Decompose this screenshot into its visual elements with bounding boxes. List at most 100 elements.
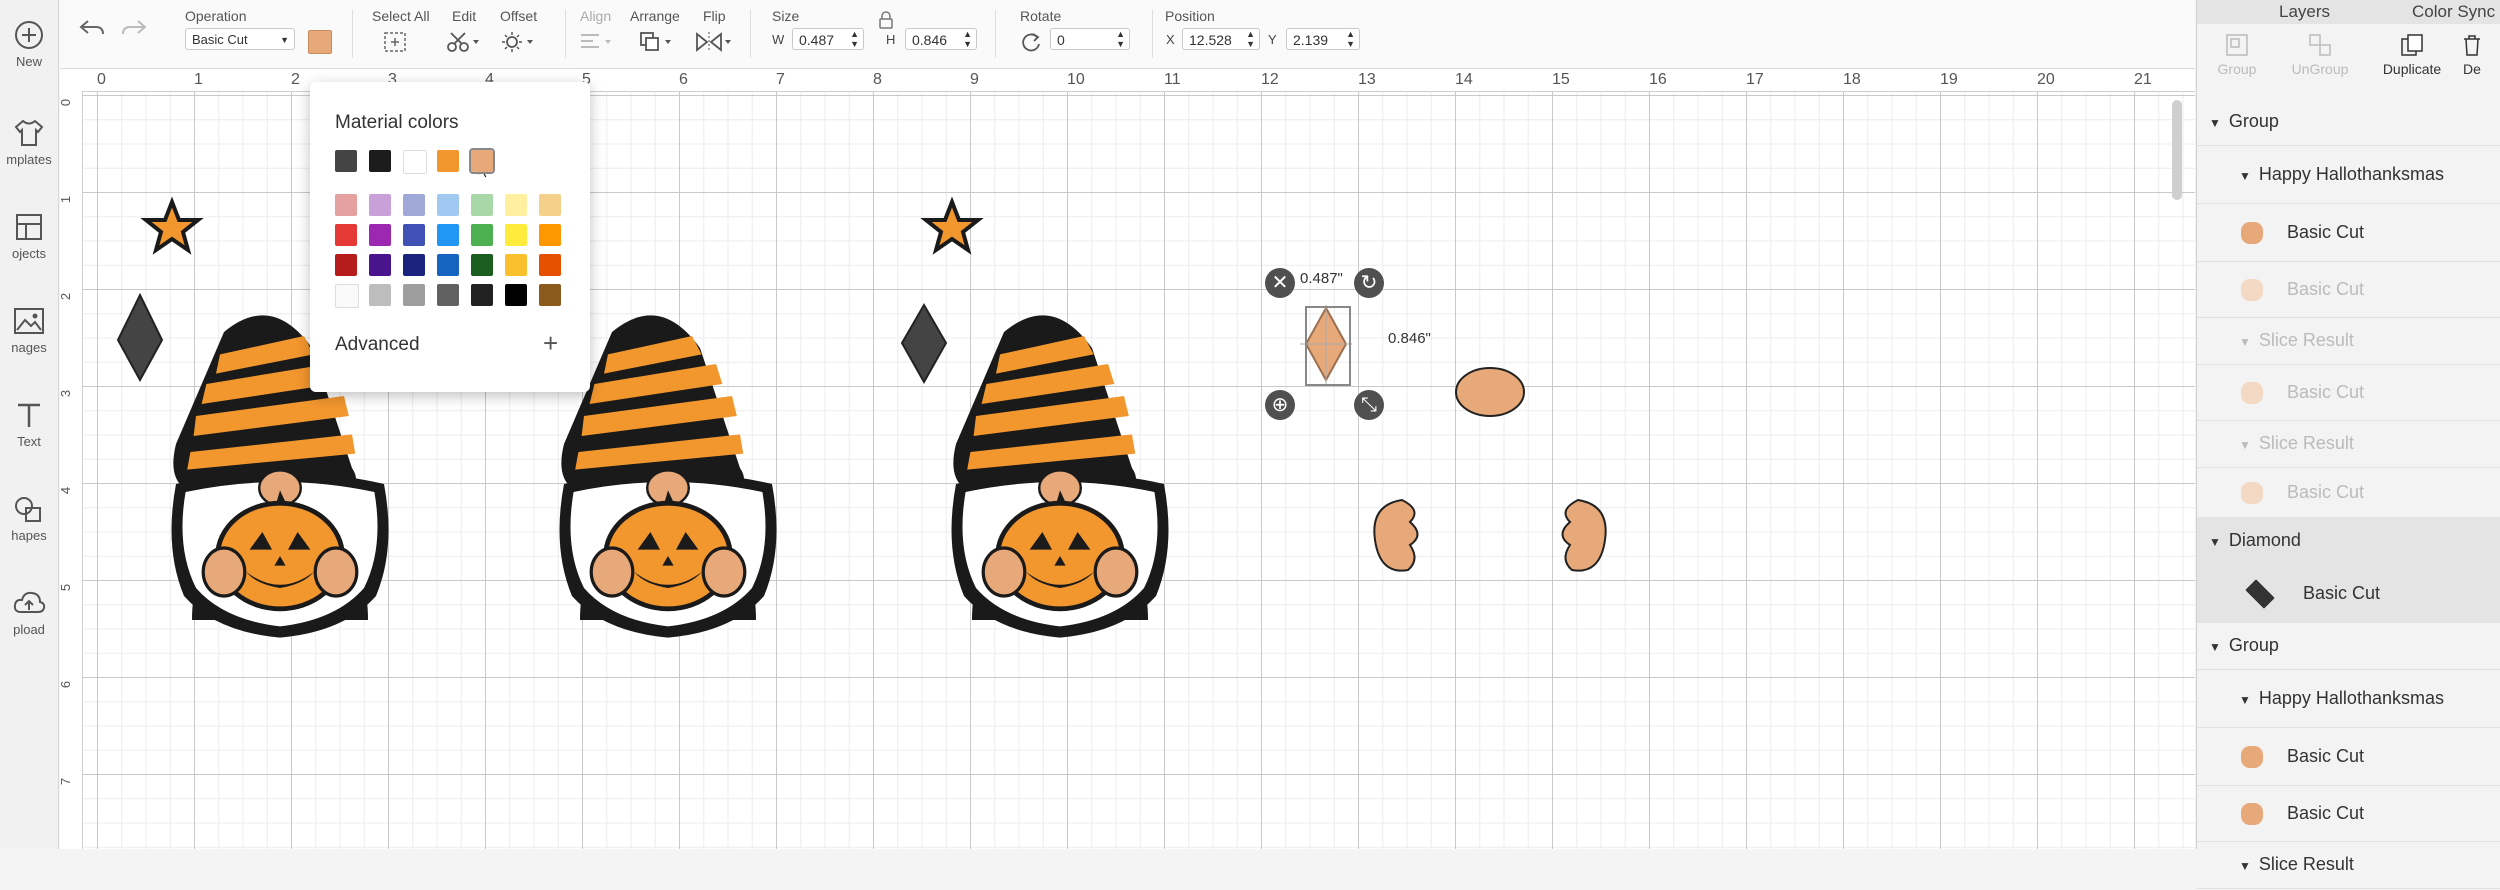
chevron-down-icon[interactable]: ▼ [2239,147,2251,205]
chevron-down-icon[interactable]: ▼ [2239,319,2251,366]
rotate-handle-icon[interactable]: ↻ [1354,268,1384,298]
trash-icon [2464,35,2480,56]
color-swatch[interactable] [471,194,493,216]
group-label: Group [2217,61,2257,77]
layer-thumbnail-icon [2241,382,2263,405]
layer-thumbnail-icon [2241,279,2263,302]
color-swatch[interactable] [437,194,459,216]
selection-bounding-box[interactable] [1305,306,1351,386]
color-swatch[interactable] [369,254,391,276]
color-swatch[interactable] [539,284,561,306]
layer-thumbnail-icon [2241,482,2263,505]
delete-handle-icon[interactable]: ✕ [1265,268,1295,298]
layer-item[interactable]: Basic Cut [2197,261,2500,318]
lock-handle-icon[interactable]: ⊕ [1265,390,1295,420]
color-swatch[interactable] [403,150,427,174]
color-swatch[interactable] [437,284,459,306]
layer-thumbnail-icon [2241,803,2263,826]
color-swatch[interactable] [369,284,391,306]
layer-group-header[interactable]: ▼ Slice Result [2197,317,2500,365]
layer-label: Basic Cut [2287,382,2365,402]
group-button[interactable]: Group [2192,32,2282,77]
color-swatch[interactable] [403,224,425,246]
color-swatch[interactable] [505,194,527,216]
layer-item[interactable]: Basic Cut [2197,564,2500,623]
color-swatch[interactable] [335,254,357,276]
duplicate-icon [2401,34,2423,56]
chevron-down-icon[interactable]: ▼ [2209,519,2221,566]
layer-label: Happy Hallothanksmas [2258,164,2444,184]
layer-item[interactable]: Basic Cut [2197,785,2500,842]
layer-label: Slice Result [2258,854,2354,874]
chevron-down-icon[interactable]: ▼ [2209,624,2221,671]
layer-label: Diamond [2228,530,2301,550]
color-swatch[interactable] [335,194,357,216]
layer-item[interactable]: Basic Cut [2197,364,2500,421]
resize-handle-icon[interactable]: ⤡ [1354,390,1384,420]
layer-item[interactable]: Basic Cut [2197,727,2500,786]
color-swatch[interactable] [335,150,357,172]
color-swatch[interactable] [471,284,493,306]
color-swatch[interactable] [471,254,493,276]
color-swatch[interactable] [403,194,425,216]
layer-group-header[interactable]: ▼ Happy Hallothanksmas [2197,669,2500,728]
chevron-down-icon[interactable]: ▼ [2239,422,2251,469]
color-swatch[interactable] [539,224,561,246]
color-swatch[interactable] [369,194,391,216]
group-icon [2226,34,2248,56]
layer-group-header[interactable]: ▼ Slice Result [2197,841,2500,889]
color-swatch[interactable] [505,284,527,306]
add-color-button[interactable]: + [543,328,558,359]
color-swatch[interactable] [403,254,425,276]
color-swatch[interactable] [335,224,357,246]
layer-label: Slice Result [2258,433,2354,453]
layer-label: Basic Cut [2287,803,2365,823]
layer-label: Group [2228,635,2279,655]
selection-width-label: 0.487" [1300,270,1343,287]
color-swatch[interactable] [471,224,493,246]
chevron-down-icon[interactable]: ▼ [2239,843,2251,890]
color-swatch[interactable] [539,254,561,276]
layer-label: Basic Cut [2303,583,2381,603]
color-swatch[interactable] [469,148,495,174]
advanced-label[interactable]: Advanced [335,334,420,356]
layer-label: Group [2228,111,2279,131]
layer-group-header[interactable]: ▼ Group [2197,622,2500,670]
color-swatch[interactable] [369,224,391,246]
color-swatch[interactable] [539,194,561,216]
delete-label: De [2463,61,2481,77]
layer-item[interactable]: Basic Cut [2197,467,2500,518]
delete-button[interactable]: De [2442,32,2500,77]
color-swatch[interactable] [437,224,459,246]
material-colors-popover: Material colors Advanced + [310,82,590,392]
color-swatch[interactable] [369,150,391,172]
layer-label: Basic Cut [2287,746,2365,766]
color-swatch[interactable] [505,254,527,276]
layers-panel: Layers Color Sync Group UnGroup Duplicat… [2196,0,2500,889]
selection-height-label: 0.846" [1388,330,1431,347]
layer-label: Happy Hallothanksmas [2258,688,2444,708]
layer-group-header[interactable]: ▼ Slice Result [2197,420,2500,468]
layer-group-header[interactable]: ▼ Group [2197,98,2500,146]
color-swatch[interactable] [335,284,359,308]
layer-label: Basic Cut [2287,279,2365,299]
layer-item[interactable]: Basic Cut [2197,203,2500,262]
layer-group-header[interactable]: ▼ Happy Hallothanksmas [2197,145,2500,204]
layer-group-header[interactable]: ▼ Diamond [2197,517,2500,565]
layer-label: Slice Result [2258,330,2354,350]
ungroup-button[interactable]: UnGroup [2275,32,2365,77]
color-swatch[interactable] [403,284,425,306]
layer-label: Basic Cut [2287,482,2365,502]
layer-thumbnail-icon [2241,746,2263,769]
ungroup-icon [2309,34,2331,56]
color-swatch[interactable] [505,224,527,246]
tab-color-sync[interactable]: Color Sync [2412,2,2495,22]
color-swatch[interactable] [437,150,459,172]
popover-title: Material colors [335,112,459,133]
tab-layers[interactable]: Layers [2279,2,2330,22]
panel-tabs: Layers Color Sync [2197,0,2500,24]
chevron-down-icon[interactable]: ▼ [2239,671,2251,729]
layer-thumbnail-icon [2241,222,2263,245]
chevron-down-icon[interactable]: ▼ [2209,100,2221,147]
color-swatch[interactable] [437,254,459,276]
